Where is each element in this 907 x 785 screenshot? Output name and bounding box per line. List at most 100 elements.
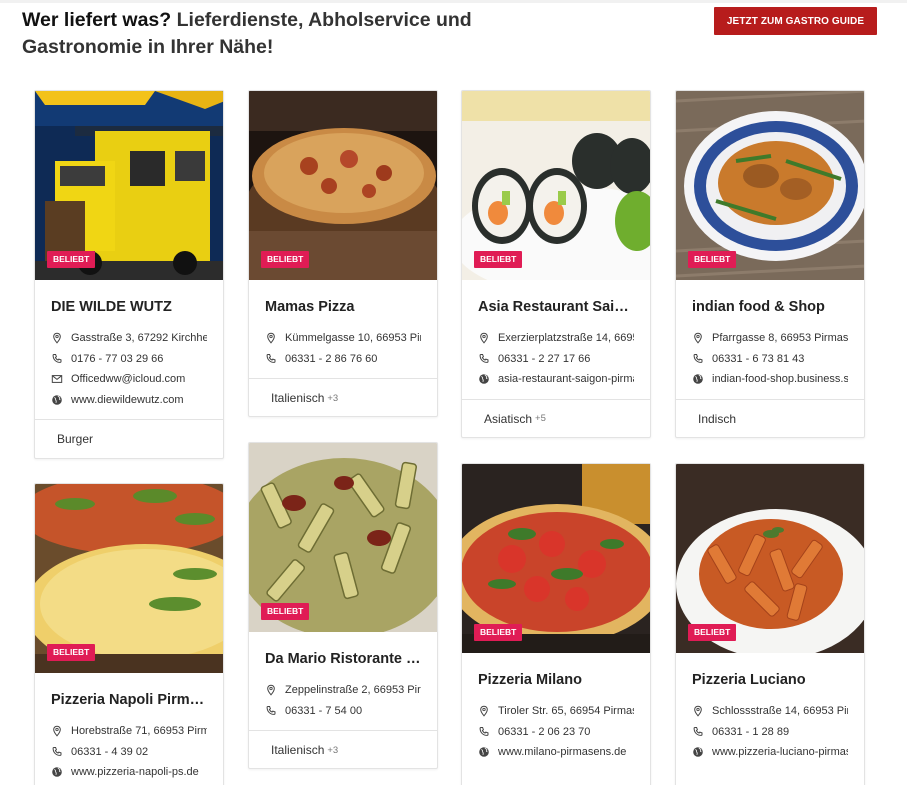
- phone-text[interactable]: 06331 - 2 06 23 70: [498, 726, 590, 738]
- category-label: Burger: [57, 432, 94, 446]
- restaurant-name[interactable]: indian food & Shop: [676, 298, 864, 316]
- phone-icon: [51, 353, 63, 365]
- popular-badge: BELIEBT: [474, 251, 523, 268]
- phone-icon: [265, 353, 277, 365]
- address-text: Tiroler Str. 65, 66954 Pirmasens: [498, 705, 634, 718]
- restaurant-card[interactable]: BELIEBT Pizzeria Napoli Pirmasens Horebs…: [34, 483, 224, 785]
- restaurant-name[interactable]: Asia Restaurant Saigon: [462, 298, 650, 316]
- address-row: Schlossstraße 14, 66953 Pirmasens: [692, 701, 848, 722]
- address-text: Horebstraße 71, 66953 Pirmasens: [71, 725, 207, 738]
- phone-text[interactable]: 0176 - 77 03 29 66: [71, 353, 163, 365]
- phone-row[interactable]: 0176 - 77 03 29 66: [51, 349, 207, 370]
- globe-icon: [478, 373, 490, 385]
- phone-icon: [692, 726, 704, 738]
- website-link[interactable]: www.diewildewutz.com: [71, 394, 183, 406]
- globe-icon: [692, 746, 704, 758]
- email-row[interactable]: Officedww@icloud.com: [51, 369, 207, 390]
- restaurant-card[interactable]: BELIEBT Da Mario Ristorante & Pizzeria Z…: [248, 442, 438, 769]
- phone-text[interactable]: 06331 - 6 73 81 43: [712, 353, 804, 365]
- restaurant-name[interactable]: Pizzeria Milano: [462, 671, 650, 689]
- popular-badge: BELIEBT: [688, 624, 737, 641]
- website-row[interactable]: www.milano-pirmasens.de: [478, 742, 634, 763]
- restaurant-card[interactable]: BELIEBT Asia Restaurant Saigon Exerzierp…: [461, 90, 651, 438]
- globe-icon: [692, 373, 704, 385]
- phone-text[interactable]: 06331 - 1 28 89: [712, 726, 789, 738]
- phone-row[interactable]: 06331 - 1 28 89: [692, 722, 848, 743]
- phone-row[interactable]: 06331 - 2 06 23 70: [478, 722, 634, 743]
- location-pin-icon: [692, 332, 704, 344]
- restaurant-photo: BELIEBT: [462, 464, 650, 653]
- address-text: Schlossstraße 14, 66953 Pirmasens: [712, 705, 848, 718]
- restaurant-card[interactable]: BELIEBT Mamas Pizza Kümmelgasse 10, 6695…: [248, 90, 438, 417]
- popular-badge: BELIEBT: [261, 603, 310, 620]
- popular-badge: BELIEBT: [261, 251, 310, 268]
- website-link[interactable]: asia-restaurant-saigon-pirmasens.de: [498, 373, 634, 385]
- phone-text[interactable]: 06331 - 4 39 02: [71, 746, 148, 758]
- website-row[interactable]: indian-food-shop.business.site: [692, 369, 848, 390]
- phone-row[interactable]: 06331 - 6 73 81 43: [692, 349, 848, 370]
- restaurant-name[interactable]: Pizzeria Luciano: [676, 671, 864, 689]
- category-row: Italienisch +3: [249, 378, 437, 416]
- address-row: Zeppelinstraße 2, 66953 Pirmasens: [265, 680, 421, 701]
- gastro-guide-button[interactable]: JETZT ZUM GASTRO GUIDE: [714, 7, 877, 35]
- popular-badge: BELIEBT: [47, 644, 96, 661]
- restaurant-photo: BELIEBT: [462, 91, 650, 280]
- restaurant-card[interactable]: BELIEBT indian food & Shop Pfarrgasse 8,…: [675, 90, 865, 438]
- address-text: Exerzierplatzstraße 14, 66953 Pirmasens: [498, 332, 634, 345]
- email-text[interactable]: Officedww@icloud.com: [71, 373, 185, 385]
- address-row: Pfarrgasse 8, 66953 Pirmasens: [692, 328, 848, 349]
- phone-text[interactable]: 06331 - 7 54 00: [285, 705, 362, 717]
- phone-row[interactable]: 06331 - 2 86 76 60: [265, 349, 421, 370]
- category-label: Indisch: [698, 411, 737, 426]
- website-row[interactable]: www.pizzeria-luciano-pirmasens.de: [692, 742, 848, 763]
- address-row: Kümmelgasse 10, 66953 Pirmasens: [265, 328, 421, 349]
- website-link[interactable]: www.pizzeria-luciano-pirmasens.de: [712, 746, 848, 758]
- restaurant-name[interactable]: Pizzeria Napoli Pirmasens: [35, 691, 223, 709]
- website-link[interactable]: indian-food-shop.business.site: [712, 373, 848, 385]
- phone-row[interactable]: 06331 - 4 39 02: [51, 742, 207, 763]
- restaurant-name[interactable]: Da Mario Ristorante & Pizzeria: [249, 650, 437, 668]
- address-text: Kümmelgasse 10, 66953 Pirmasens: [285, 332, 421, 345]
- popular-badge: BELIEBT: [474, 624, 523, 641]
- website-row[interactable]: asia-restaurant-saigon-pirmasens.de: [478, 369, 634, 390]
- page-title-bold: Wer liefert was?: [22, 9, 172, 31]
- location-pin-icon: [265, 684, 277, 696]
- popular-badge: BELIEBT: [688, 251, 737, 268]
- location-pin-icon: [692, 705, 704, 717]
- category-label: Italienisch: [271, 743, 325, 757]
- restaurant-card[interactable]: BELIEBT Pizzeria Milano Tiroler Str. 65,…: [461, 463, 651, 785]
- website-row[interactable]: www.diewildewutz.com: [51, 390, 207, 411]
- restaurant-name[interactable]: DIE WILDE WUTZ: [35, 298, 223, 316]
- restaurant-card[interactable]: BELIEBT Pizzeria Luciano Schlossstraße 1…: [675, 463, 865, 785]
- popular-badge: BELIEBT: [47, 251, 96, 268]
- phone-icon: [692, 353, 704, 365]
- phone-row[interactable]: 06331 - 7 54 00: [265, 701, 421, 722]
- address-text: Gasstraße 3, 67292 Kirchheimbolanden: [71, 332, 207, 345]
- category-row: Indisch: [676, 398, 864, 438]
- restaurant-card[interactable]: BELIEBT DIE WILDE WUTZ Gasstraße 3, 6729…: [34, 90, 224, 459]
- globe-icon: [51, 766, 63, 778]
- website-link[interactable]: www.milano-pirmasens.de: [498, 746, 626, 758]
- address-row: Tiroler Str. 65, 66954 Pirmasens: [478, 701, 634, 722]
- restaurant-photo: BELIEBT: [249, 91, 437, 280]
- restaurant-photo: BELIEBT: [35, 91, 223, 280]
- more-categories-count: +3: [327, 392, 339, 404]
- location-pin-icon: [51, 332, 63, 344]
- category-row: Burger: [35, 419, 223, 458]
- category-row: Italienisch +3: [249, 730, 437, 768]
- location-pin-icon: [478, 705, 490, 717]
- location-pin-icon: [51, 725, 63, 737]
- restaurant-photo: BELIEBT: [35, 484, 223, 673]
- restaurant-name[interactable]: Mamas Pizza: [249, 298, 437, 316]
- phone-text[interactable]: 06331 - 2 27 17 66: [498, 353, 590, 365]
- phone-icon: [478, 353, 490, 365]
- more-categories-count: +3: [327, 744, 339, 756]
- globe-icon: [478, 746, 490, 758]
- phone-row[interactable]: 06331 - 2 27 17 66: [478, 349, 634, 370]
- phone-icon: [265, 705, 277, 717]
- website-row[interactable]: www.pizzeria-napoli-ps.de: [51, 762, 207, 783]
- address-text: Pfarrgasse 8, 66953 Pirmasens: [712, 332, 848, 345]
- phone-text[interactable]: 06331 - 2 86 76 60: [285, 353, 377, 365]
- website-link[interactable]: www.pizzeria-napoli-ps.de: [71, 766, 199, 778]
- page-title: Wer liefert was? Lieferdienste, Abholser…: [22, 7, 492, 61]
